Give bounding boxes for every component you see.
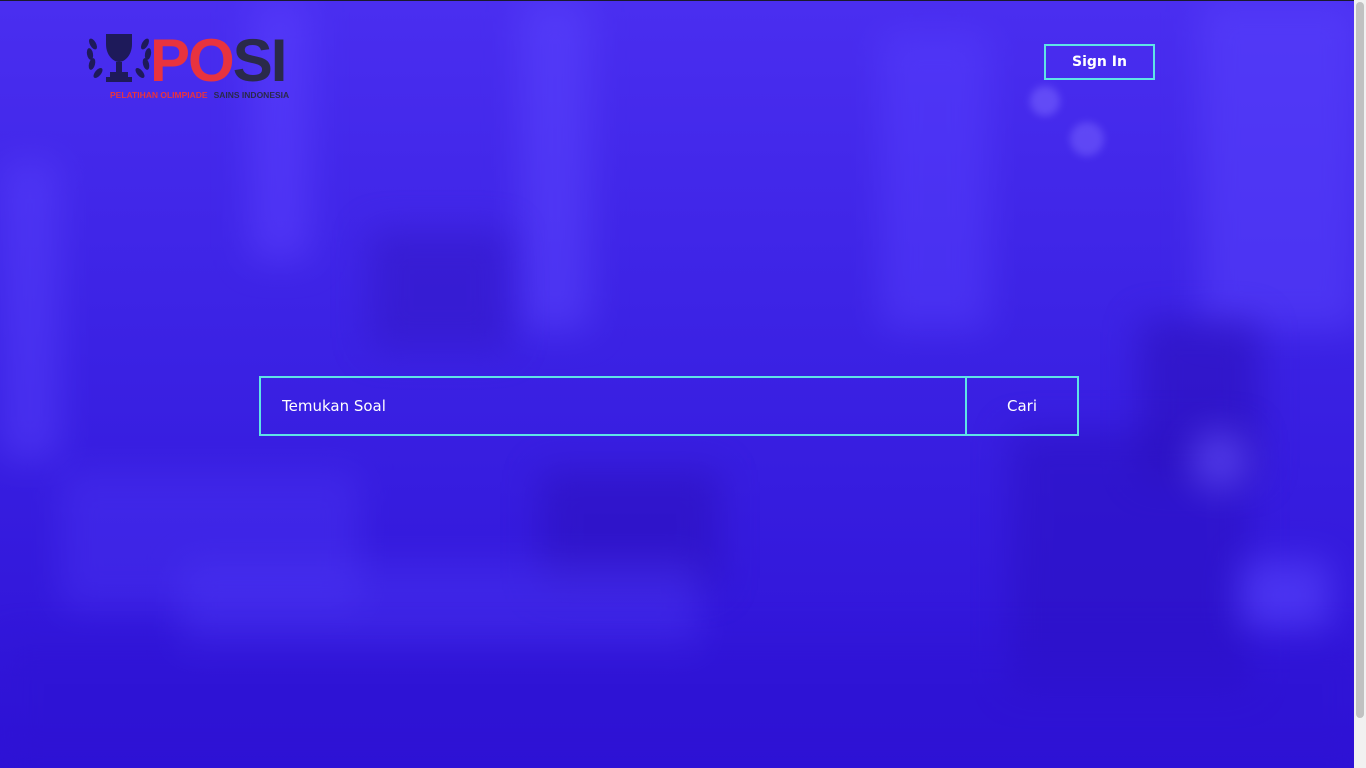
logo-wordmark-si: SI xyxy=(232,27,288,94)
vertical-scrollbar[interactable] xyxy=(1354,0,1366,768)
logo-tagline-part2: SAINS INDONESIA xyxy=(213,90,290,100)
search-input[interactable] xyxy=(261,378,965,434)
search-button[interactable]: Cari xyxy=(965,378,1077,434)
landing-page: POSI PELATIHAN OLIMPIADE SAINS INDONESIA … xyxy=(0,0,1366,768)
search-bar: Cari xyxy=(259,376,1079,436)
window-top-border xyxy=(0,0,1366,1)
sign-in-button[interactable]: Sign In xyxy=(1044,44,1155,80)
logo-tagline-part1: PELATIHAN OLIMPIADE xyxy=(110,90,208,100)
scrollbar-thumb[interactable] xyxy=(1356,2,1364,718)
logo-wordmark-po: PO xyxy=(150,27,235,94)
logo-tagline: PELATIHAN OLIMPIADE SAINS INDONESIA xyxy=(110,90,289,100)
posi-logo[interactable]: POSI PELATIHAN OLIMPIADE SAINS INDONESIA xyxy=(84,30,316,104)
logo-wordmark: POSI xyxy=(150,27,288,94)
trophy-laurel-icon xyxy=(86,34,152,82)
